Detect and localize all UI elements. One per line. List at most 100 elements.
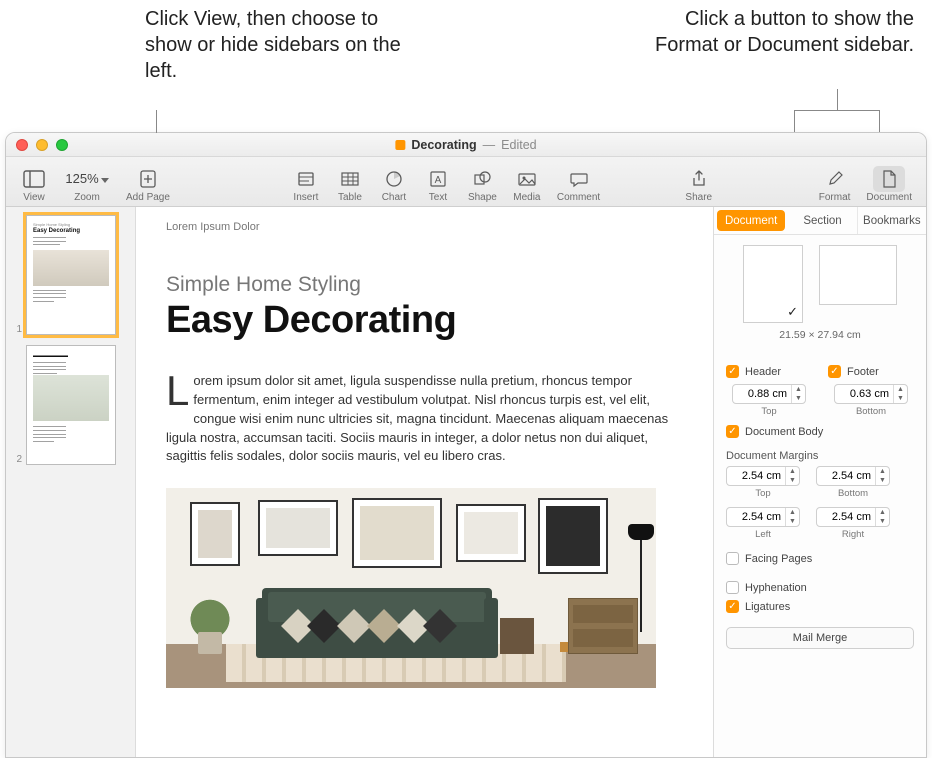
page-title: Easy Decorating — [166, 299, 681, 342]
callout-right: Click a button to show the Format or Doc… — [654, 6, 914, 110]
document-proxy-icon[interactable] — [395, 140, 405, 150]
view-button[interactable]: View — [12, 163, 56, 203]
callout-leader-right — [794, 110, 880, 132]
table-button[interactable]: Table — [328, 163, 372, 203]
stepper-down-icon[interactable]: ▼ — [876, 517, 889, 526]
footer-input[interactable] — [835, 388, 893, 400]
stepper-down-icon[interactable]: ▼ — [876, 476, 889, 485]
margin-top-input[interactable] — [727, 470, 785, 482]
right-sublabel: Right — [842, 529, 864, 540]
zoom-button[interactable]: 125% Zoom — [56, 163, 118, 203]
text-button[interactable]: A Text — [416, 163, 460, 203]
thumb-number: 2 — [12, 454, 22, 465]
add-page-button[interactable]: Add Page — [118, 163, 178, 203]
stepper-down-icon[interactable]: ▼ — [786, 476, 799, 485]
bottom-sublabel: Bottom — [856, 406, 886, 417]
text-label: Text — [429, 192, 447, 203]
stepper-up-icon[interactable]: ▲ — [786, 508, 799, 517]
document-name: Decorating — [411, 138, 476, 152]
tab-document[interactable]: Document — [717, 210, 785, 231]
hero-image — [166, 488, 656, 688]
share-icon — [690, 166, 708, 192]
margin-bottom-input[interactable] — [817, 470, 875, 482]
shape-button[interactable]: Shape — [460, 163, 505, 203]
facing-pages-label: Facing Pages — [745, 553, 812, 565]
thumb-text-preview: ▬▬▬▬▬▬▬▬▬▬▬▬▬▬▬▬▬▬▬▬▬▬▬▬▬▬▬▬▬▬▬▬▬▬▬▬▬▬▬▬… — [33, 361, 109, 375]
hyphenation-checkbox[interactable] — [726, 581, 739, 594]
add-page-label: Add Page — [126, 192, 170, 203]
tab-bookmarks[interactable]: Bookmarks — [858, 207, 926, 234]
share-button[interactable]: Share — [677, 163, 721, 203]
stepper-up-icon[interactable]: ▲ — [876, 467, 889, 476]
insert-button[interactable]: Insert — [284, 163, 328, 203]
header-checkbox[interactable] — [726, 365, 739, 378]
thumb-image-preview — [33, 250, 109, 286]
media-icon — [517, 166, 537, 192]
facing-pages-checkbox[interactable] — [726, 552, 739, 565]
format-button[interactable]: Format — [811, 163, 859, 203]
bottom-sublabel: Bottom — [838, 488, 868, 499]
footer-stepper[interactable]: ▲▼ — [834, 384, 908, 404]
stepper-down-icon[interactable]: ▼ — [894, 394, 907, 403]
subheading: Simple Home Styling — [166, 273, 681, 297]
header-input[interactable] — [733, 388, 791, 400]
ligatures-label: Ligatures — [745, 601, 790, 613]
document-canvas[interactable]: Lorem Ipsum Dolor Simple Home Styling Ea… — [136, 207, 714, 757]
stepper-up-icon[interactable]: ▲ — [876, 508, 889, 517]
view-label: View — [23, 192, 45, 203]
page-dimensions: 21.59 × 27.94 cm — [726, 329, 914, 341]
thumb-image-preview — [33, 375, 109, 421]
format-label: Format — [819, 192, 851, 203]
shape-label: Shape — [468, 192, 497, 203]
hyphenation-label: Hyphenation — [745, 582, 807, 594]
document-body-checkbox[interactable] — [726, 425, 739, 438]
chevron-down-icon — [101, 171, 109, 186]
thumb-heading: ▬▬▬▬▬▬▬ — [33, 353, 109, 359]
document-button[interactable]: Document — [858, 163, 920, 203]
page-size-option-portrait[interactable] — [743, 245, 803, 323]
comment-button[interactable]: Comment — [549, 163, 608, 203]
document-icon — [873, 166, 905, 192]
zoom-label: Zoom — [74, 192, 100, 203]
app-window: Decorating — Edited View 125% Zoom Add P… — [5, 132, 927, 758]
maximize-icon[interactable] — [56, 139, 68, 151]
insert-label: Insert — [293, 192, 318, 203]
page-thumbnail-1[interactable]: Simple Home Styling Easy Decorating ▬▬▬▬… — [26, 215, 116, 335]
margin-right-stepper[interactable]: ▲▼ — [816, 507, 890, 527]
margin-left-input[interactable] — [727, 511, 785, 523]
stepper-up-icon[interactable]: ▲ — [786, 467, 799, 476]
ligatures-checkbox[interactable] — [726, 600, 739, 613]
insert-icon — [296, 166, 316, 192]
table-icon — [340, 166, 360, 192]
stepper-down-icon[interactable]: ▼ — [792, 394, 805, 403]
minimize-icon[interactable] — [36, 139, 48, 151]
margin-right-input[interactable] — [817, 511, 875, 523]
stepper-up-icon[interactable]: ▲ — [792, 385, 805, 394]
footer-checkbox[interactable] — [828, 365, 841, 378]
stepper-down-icon[interactable]: ▼ — [786, 517, 799, 526]
callout-left: Click View, then choose to show or hide … — [145, 6, 405, 110]
margin-left-stepper[interactable]: ▲▼ — [726, 507, 800, 527]
chart-label: Chart — [382, 192, 406, 203]
stepper-up-icon[interactable]: ▲ — [894, 385, 907, 394]
margin-bottom-stepper[interactable]: ▲▼ — [816, 466, 890, 486]
close-icon[interactable] — [16, 139, 28, 151]
tab-section[interactable]: Section — [788, 207, 857, 234]
toolbar: View 125% Zoom Add Page Insert Table Cha… — [6, 157, 926, 207]
thumb-text-preview: ▬▬▬▬▬▬▬▬▬▬▬▬▬▬▬▬▬▬▬▬▬▬▬▬▬▬▬▬▬▬▬▬▬▬▬▬▬▬▬▬ — [33, 289, 109, 303]
thumb-subheading: Simple Home Styling — [33, 222, 109, 227]
footer-label: Footer — [847, 366, 879, 378]
margin-top-stepper[interactable]: ▲▼ — [726, 466, 800, 486]
top-sublabel: Top — [761, 406, 776, 417]
edited-indicator: Edited — [501, 138, 536, 152]
table-label: Table — [338, 192, 362, 203]
page-size-option-landscape[interactable] — [819, 245, 897, 305]
thumb-title: Easy Decorating — [33, 228, 109, 234]
page-thumbnail-2[interactable]: ▬▬▬▬▬▬▬ ▬▬▬▬▬▬▬▬▬▬▬▬▬▬▬▬▬▬▬▬▬▬▬▬▬▬▬▬▬▬▬▬… — [26, 345, 116, 465]
mail-merge-button[interactable]: Mail Merge — [726, 627, 914, 649]
media-button[interactable]: Media — [505, 163, 549, 203]
chart-button[interactable]: Chart — [372, 163, 416, 203]
thumbnails-sidebar: 1 Simple Home Styling Easy Decorating ▬▬… — [6, 207, 136, 757]
plus-page-icon — [138, 166, 158, 192]
header-stepper[interactable]: ▲▼ — [732, 384, 806, 404]
